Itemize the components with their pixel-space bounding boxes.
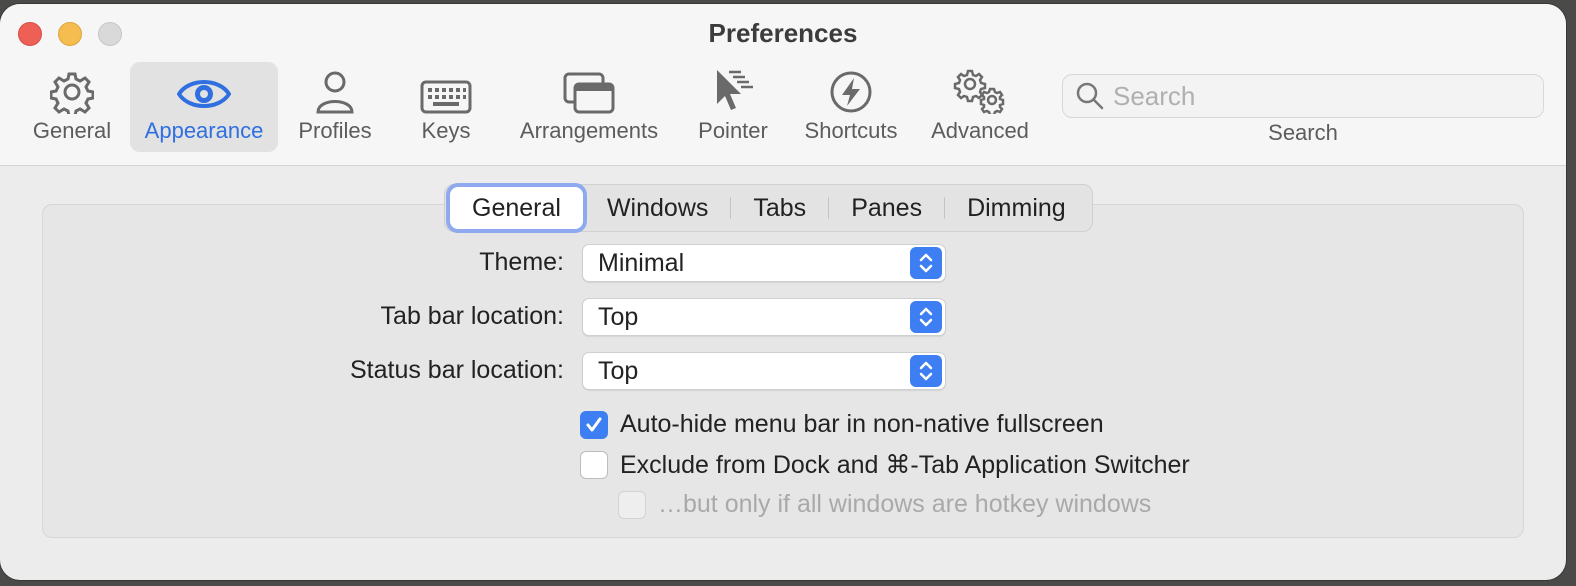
hotkey-windows-only-checkbox bbox=[618, 490, 646, 519]
toolbar-item-profiles[interactable]: Profiles bbox=[290, 62, 380, 152]
chevron-updown-icon bbox=[910, 355, 942, 387]
toolbar-label: Pointer bbox=[698, 118, 768, 143]
exclude-from-dock-row: Exclude from Dock and ⌘-Tab Application … bbox=[580, 450, 1190, 480]
toolbar-item-keys[interactable]: Keys bbox=[406, 62, 486, 152]
toolbar-label: Appearance bbox=[144, 118, 264, 143]
toolbar-label: General bbox=[32, 118, 112, 143]
status-bar-location-popup[interactable]: Top bbox=[582, 352, 946, 390]
toolbar-item-appearance[interactable]: Appearance bbox=[130, 62, 278, 152]
pointer-icon bbox=[717, 70, 753, 110]
toolbar-label: Shortcuts bbox=[804, 118, 898, 143]
exclude-from-dock-label: Exclude from Dock and ⌘-Tab Application … bbox=[620, 451, 1190, 479]
search-field[interactable] bbox=[1062, 74, 1544, 118]
auto-hide-menu-bar-row: Auto-hide menu bar in non-native fullscr… bbox=[580, 410, 1104, 439]
tab-bar-location-value: Top bbox=[598, 302, 639, 331]
status-bar-location-label: Status bar location: bbox=[349, 356, 564, 384]
search-input[interactable] bbox=[1113, 80, 1533, 112]
status-bar-location-value: Top bbox=[598, 356, 639, 385]
gears-icon bbox=[953, 69, 1005, 114]
bolt-icon bbox=[830, 71, 872, 113]
checkmark-icon bbox=[586, 417, 602, 431]
exclude-from-dock-checkbox[interactable] bbox=[580, 451, 608, 479]
search-label: Search bbox=[1268, 120, 1338, 145]
toolbar: Preferences General Appearance Profiles … bbox=[0, 4, 1566, 166]
tab-tabs[interactable]: Tabs bbox=[731, 187, 828, 229]
toolbar-label: Advanced bbox=[931, 118, 1029, 143]
hotkey-windows-only-label: …but only if all windows are hotkey wind… bbox=[658, 490, 1152, 518]
auto-hide-menu-bar-label: Auto-hide menu bar in non-native fullscr… bbox=[620, 410, 1104, 438]
toolbar-item-advanced[interactable]: Advanced bbox=[924, 62, 1036, 152]
tab-windows[interactable]: Windows bbox=[585, 187, 730, 229]
toolbar-label: Keys bbox=[421, 118, 471, 143]
hotkey-windows-only-row: …but only if all windows are hotkey wind… bbox=[618, 490, 1151, 519]
eye-icon bbox=[177, 80, 231, 108]
toolbar-item-pointer[interactable]: Pointer bbox=[690, 62, 776, 152]
appearance-tabs: General Windows Tabs Panes Dimming bbox=[444, 184, 1093, 232]
chevron-updown-icon bbox=[910, 247, 942, 279]
toolbar-item-shortcuts[interactable]: Shortcuts bbox=[798, 62, 904, 152]
toolbar-label: Arrangements bbox=[519, 118, 659, 143]
tab-bar-location-popup[interactable]: Top bbox=[582, 298, 946, 336]
tab-general[interactable]: General bbox=[450, 187, 583, 229]
window-title: Preferences bbox=[708, 18, 858, 48]
toolbar-item-general[interactable]: General bbox=[22, 62, 122, 152]
toolbar-label: Profiles bbox=[298, 118, 372, 143]
gear-icon bbox=[50, 72, 94, 114]
tab-dimming[interactable]: Dimming bbox=[945, 187, 1088, 229]
person-icon bbox=[316, 71, 354, 114]
theme-value: Minimal bbox=[598, 248, 685, 277]
theme-label: Theme: bbox=[479, 248, 564, 276]
search-icon bbox=[1076, 82, 1104, 110]
toolbar-item-arrangements[interactable]: Arrangements bbox=[510, 62, 668, 152]
chevron-updown-icon bbox=[910, 301, 942, 333]
theme-popup[interactable]: Minimal bbox=[582, 244, 946, 282]
auto-hide-menu-bar-checkbox[interactable] bbox=[580, 410, 608, 439]
windows-icon bbox=[563, 72, 615, 114]
tab-panes[interactable]: Panes bbox=[829, 187, 944, 229]
keyboard-icon bbox=[420, 80, 472, 114]
preferences-window: Preferences General Appearance Profiles … bbox=[0, 4, 1566, 580]
tab-bar-location-label: Tab bar location: bbox=[380, 302, 564, 330]
